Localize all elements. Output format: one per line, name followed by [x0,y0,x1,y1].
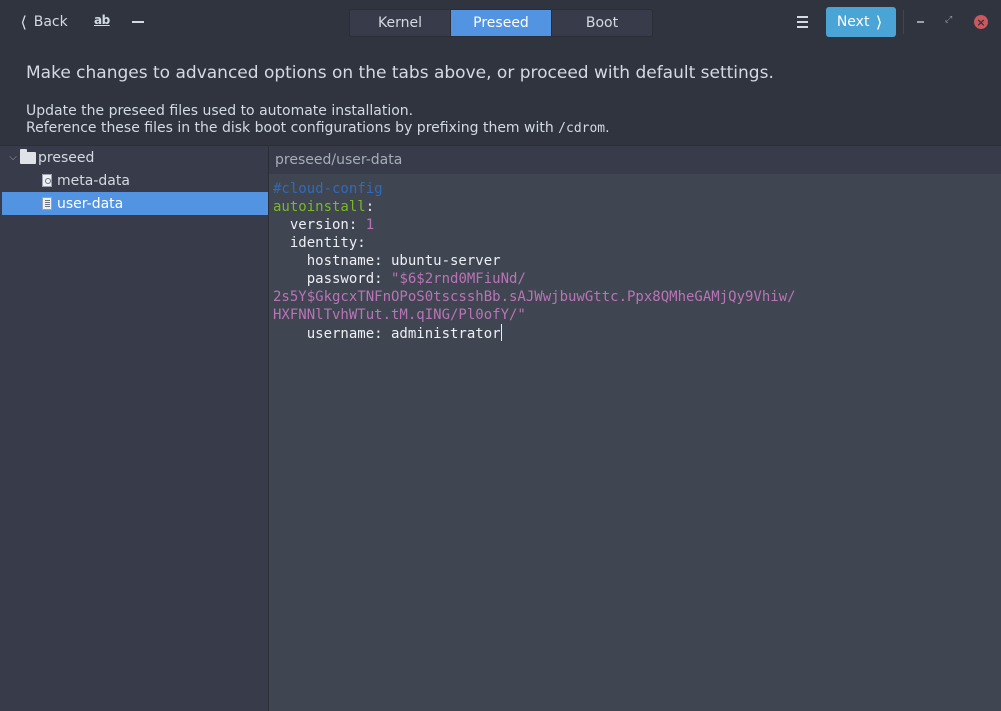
file-tree: ⌵ preseed meta-data user-data [0,145,269,711]
tree-item-meta-data[interactable]: meta-data [2,169,268,192]
chevron-left-icon: ❬ [19,14,28,30]
text-caret [500,324,502,341]
tab-bar: Kernel Preseed Boot [349,9,653,37]
code-line: password: [273,271,392,287]
code-line: username: administrator [273,326,501,342]
page-title: Make changes to advanced options on the … [26,63,774,83]
spellcheck-button[interactable]: ab [94,13,110,27]
code-string: 2s5Y$GkgcxTNFnOPoS0tscsshBb.sAJWwjbuwGtt… [273,289,796,305]
cdrom-code: /cdrom [558,121,606,136]
folder-icon [20,148,36,164]
description-line-1: Update the preseed files used to automat… [26,103,414,119]
back-label: Back [33,14,68,30]
expander-icon[interactable]: ⌵ [6,152,20,163]
editor-pane: preseed/user-data #cloud-config autoinst… [269,145,1001,711]
next-label: Next [836,14,870,30]
code-line: identity: [273,235,366,251]
minimize-icon[interactable] [917,21,924,23]
code-number: 1 [365,217,375,233]
close-icon[interactable]: × [974,15,988,29]
text-file-icon [42,197,52,210]
tree-item-user-data[interactable]: user-data [2,192,268,215]
code-editor[interactable]: #cloud-config autoinstall: version: 1 id… [273,180,796,343]
chevron-right-icon: ❭ [875,14,884,30]
config-file-icon [42,174,52,187]
tree-item-label: meta-data [57,172,130,189]
code-colon: : [365,199,375,215]
restore-icon[interactable]: ⤢ [945,15,957,27]
header-separator [903,10,904,34]
description-line-2: Reference these files in the disk boot c… [26,120,610,137]
header-bar: ❬ Back ab Kernel Preseed Boot Next ❭ ⤢ × [0,0,1001,44]
description-line-2-text: Reference these files in the disk boot c… [26,120,559,136]
code-string: HXFNNlTvhWTut.tM.qING/Pl0ofY/" [273,307,526,323]
code-key: autoinstall [273,199,366,215]
menu-icon[interactable] [797,16,808,31]
tab-boot[interactable]: Boot [552,10,652,36]
tree-folder-preseed[interactable]: ⌵ preseed [2,146,268,169]
back-button[interactable]: ❬ Back [18,11,68,33]
code-comment: #cloud-config [273,181,383,197]
file-path: preseed/user-data [269,146,1001,174]
description-line-2-suffix: . [605,120,610,136]
folder-label: preseed [38,149,95,166]
tab-preseed[interactable]: Preseed [451,10,552,36]
description: Update the preseed files used to automat… [26,103,610,137]
next-button[interactable]: Next ❭ [826,7,896,37]
code-line: version: [273,217,366,233]
code-line: hostname: ubuntu-server [273,253,501,269]
tree-item-label: user-data [57,195,124,212]
minus-icon[interactable] [132,21,144,23]
code-string: "$6$2rnd0MFiuNd/ [391,271,526,287]
tab-kernel[interactable]: Kernel [350,10,451,36]
